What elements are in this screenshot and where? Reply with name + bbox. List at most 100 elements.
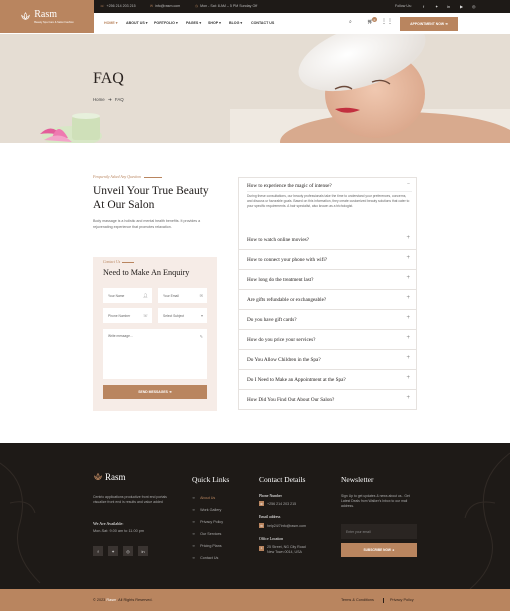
footer-email[interactable]: ✉ help24/7info@rasm.com bbox=[259, 523, 306, 528]
footer-logo[interactable]: Rasm bbox=[93, 472, 126, 482]
topbar-phone[interactable]: ☏ +256 214 203 215 bbox=[100, 4, 136, 8]
faq-item[interactable]: Do you have gift cards? + bbox=[239, 310, 416, 330]
subscribe-button[interactable]: SUBSCRIBE NOW ➔ bbox=[341, 543, 417, 557]
site-footer: Rasm Centric applications productize fro… bbox=[0, 443, 510, 611]
plus-icon[interactable]: + bbox=[406, 395, 410, 401]
mail-icon: ✉ bbox=[199, 293, 203, 298]
quick-link[interactable]: ➔ Our Services bbox=[192, 532, 221, 536]
youtube-icon[interactable]: ▶ bbox=[460, 4, 463, 9]
faq-item-open[interactable]: How to experience the magic of intense? … bbox=[238, 177, 417, 232]
copyright-text: © 2023 Rasm. All Rights Reserved. bbox=[93, 598, 153, 602]
nav-about[interactable]: ABOUT US ▾ bbox=[126, 21, 148, 25]
cart-count-badge: 0 bbox=[372, 17, 377, 22]
phone-icon: ☏ bbox=[100, 4, 105, 8]
footer-about: Centric applications productize front en… bbox=[93, 495, 167, 505]
nav-shop[interactable]: SHOP ▾ bbox=[208, 21, 221, 25]
quick-link[interactable]: ➔ Pricing Plans bbox=[192, 544, 222, 548]
quick-link[interactable]: ➔ Contact Us bbox=[192, 556, 218, 560]
faq-item[interactable]: Do You Allow Children in the Spa? + bbox=[239, 350, 416, 370]
brand-tagline: Beauty Spa Care & Salon Fashion bbox=[34, 20, 74, 24]
breadcrumb: Home ➔ FAQ bbox=[93, 97, 124, 103]
newsletter-text: Sign Up to get updates & news about us..… bbox=[341, 494, 410, 509]
menu-icon[interactable]: ⋮⋮ bbox=[381, 18, 393, 25]
user-icon: 👤︎ bbox=[142, 293, 148, 298]
faq-answer: During these consultations, our beauty p… bbox=[247, 194, 410, 209]
arrow-right-icon: ➔ bbox=[192, 508, 196, 512]
topbar-email[interactable]: ✉ info@rasm.com bbox=[150, 4, 180, 8]
plus-icon[interactable]: + bbox=[406, 295, 410, 301]
linkedin-icon[interactable]: in bbox=[447, 4, 450, 9]
breadcrumb-home[interactable]: Home bbox=[93, 97, 105, 102]
faq-item[interactable]: How long do the treatment last? + bbox=[239, 270, 416, 290]
decorative-line bbox=[143, 176, 162, 178]
nav-portfolio[interactable]: PORTFOLIO ▾ bbox=[154, 21, 178, 25]
faq-item[interactable]: How Did You Find Out About Our Salon? + bbox=[239, 390, 416, 409]
message-textarea[interactable]: Write message... ✎ bbox=[103, 329, 207, 379]
instagram-icon[interactable]: ◎ bbox=[123, 546, 133, 556]
breadcrumb-current: FAQ bbox=[114, 97, 124, 102]
footer-phone[interactable]: ☏ +256 214 203 215 bbox=[259, 501, 296, 506]
instagram-icon[interactable]: ◎ bbox=[472, 4, 476, 9]
location-pin-icon: ⌖ bbox=[259, 545, 264, 551]
appointment-button[interactable]: APPOINTMENT NOW ➔ bbox=[400, 17, 458, 31]
phone-input[interactable]: Phone Number ☏ bbox=[103, 308, 152, 323]
faq-item[interactable]: How to connect your phone with wifi? + bbox=[239, 250, 416, 270]
nav-home[interactable]: HOME ▾ bbox=[104, 21, 118, 25]
footer-floral-decoration bbox=[0, 452, 510, 589]
section-tag: Frequently Asked Any Question bbox=[93, 175, 162, 179]
faq-item[interactable]: How to watch online movies? + bbox=[239, 230, 416, 250]
section-description: Body massage is a holistic and mental he… bbox=[93, 219, 201, 229]
plus-icon[interactable]: + bbox=[406, 255, 410, 261]
minus-icon[interactable]: − bbox=[407, 181, 410, 187]
plus-icon[interactable]: + bbox=[406, 375, 410, 381]
facebook-icon[interactable]: f bbox=[93, 546, 103, 556]
plus-icon[interactable]: + bbox=[406, 235, 410, 241]
faq-item[interactable]: Do I Need to Make an Appointment at the … bbox=[239, 370, 416, 390]
plus-icon[interactable]: + bbox=[406, 275, 410, 281]
faq-list: How to watch online movies? + How to conn… bbox=[238, 230, 417, 410]
plus-icon[interactable]: + bbox=[406, 355, 410, 361]
faq-item[interactable]: How do you price your services? + bbox=[239, 330, 416, 350]
name-input[interactable]: Your Name 👤︎ bbox=[103, 288, 152, 303]
arrow-right-icon: ➔ bbox=[192, 496, 196, 500]
chevron-down-icon: ▾ bbox=[200, 313, 203, 318]
divider bbox=[247, 191, 412, 192]
search-icon[interactable]: ⌕ bbox=[349, 19, 352, 25]
contact-title: Contact Details bbox=[259, 475, 306, 484]
facebook-icon[interactable]: f bbox=[423, 4, 424, 9]
site-logo[interactable]: Rasm Beauty Spa Care & Salon Fashion bbox=[0, 0, 94, 33]
faq-item[interactable]: Are gifts refundable or exchangeable? + bbox=[239, 290, 416, 310]
mail-icon: ✉ bbox=[150, 4, 154, 8]
send-message-button[interactable]: SEND MESSAGES ➔ bbox=[103, 385, 207, 399]
nav-pages[interactable]: PAGES ▾ bbox=[186, 21, 201, 25]
arrow-right-icon: ➔ bbox=[192, 520, 196, 524]
twitter-icon[interactable]: ✦ bbox=[108, 546, 118, 556]
arrow-right-icon: ➔ bbox=[192, 532, 196, 536]
quick-link[interactable]: ➔ Work Gallery bbox=[192, 508, 221, 512]
twitter-icon[interactable]: ✦ bbox=[435, 4, 438, 9]
hero-banner: FAQ Home ➔ FAQ bbox=[0, 34, 510, 143]
phone-label: Phone Number bbox=[259, 494, 282, 498]
decorative-line bbox=[122, 261, 135, 263]
newsletter-title: Newsletter bbox=[341, 475, 374, 484]
quick-link[interactable]: ➔ About Us bbox=[192, 496, 215, 500]
nav-contact[interactable]: CONTACT US bbox=[251, 21, 274, 25]
privacy-link[interactable]: Privacy Policy bbox=[390, 598, 414, 602]
linkedin-icon[interactable]: in bbox=[138, 546, 148, 556]
plus-icon[interactable]: + bbox=[406, 335, 410, 341]
copyright-brand[interactable]: Rasm bbox=[106, 598, 116, 602]
newsletter-email-input[interactable]: Enter your email bbox=[341, 524, 417, 539]
footer-location: ⌖ 25 Street, NG City Road New Town 0014,… bbox=[259, 545, 306, 555]
plus-icon[interactable]: + bbox=[406, 315, 410, 321]
follow-label: Follow Us: bbox=[395, 4, 412, 8]
quick-links-title: Quick Links bbox=[192, 475, 230, 484]
section-title: Unveil Your True Beauty At Our Salon bbox=[93, 185, 209, 211]
nav-blog[interactable]: BLOG ▾ bbox=[229, 21, 242, 25]
quick-link[interactable]: ➔ Privacy Policy bbox=[192, 520, 223, 524]
pencil-icon: ✎ bbox=[199, 334, 203, 339]
divider bbox=[383, 598, 384, 603]
subject-select[interactable]: Select Subject ▾ bbox=[158, 308, 207, 323]
terms-link[interactable]: Terms & Conditions bbox=[341, 598, 374, 602]
email-input[interactable]: Your Email ✉ bbox=[158, 288, 207, 303]
copyright-bar: © 2023 Rasm. All Rights Reserved. Terms … bbox=[0, 589, 510, 611]
